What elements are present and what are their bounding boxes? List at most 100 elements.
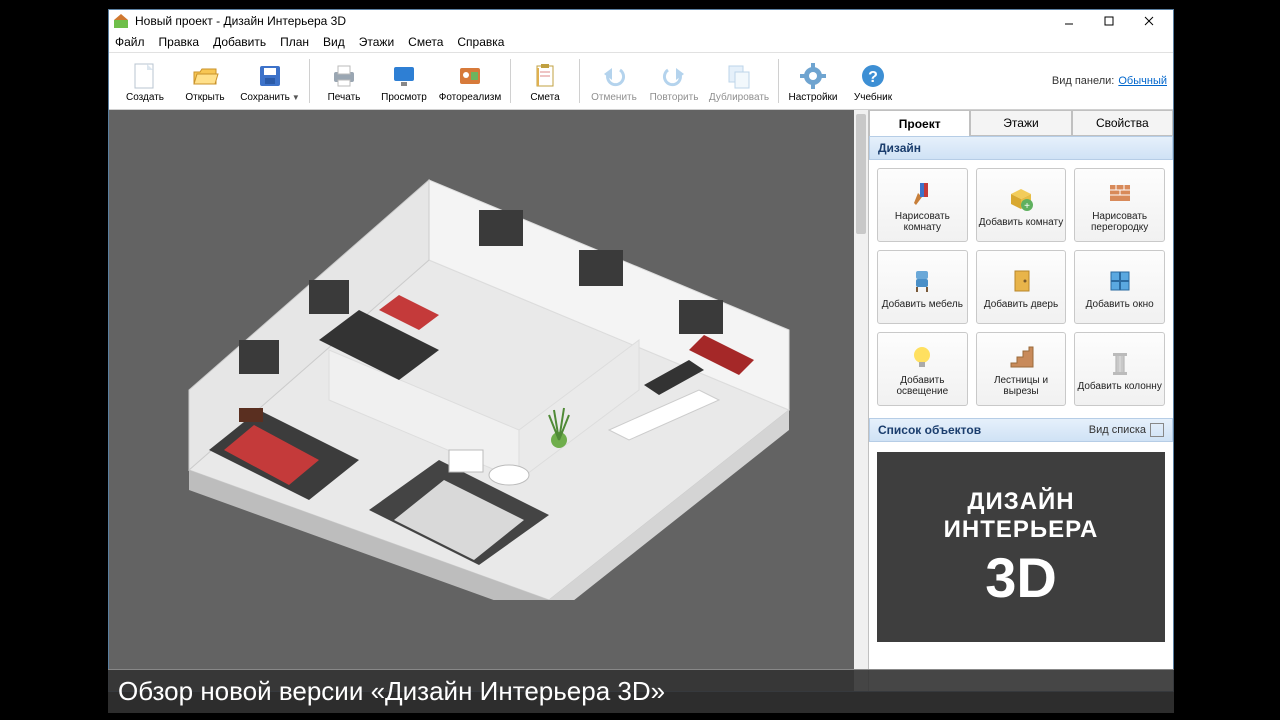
preview-label: Просмотр xyxy=(381,92,427,103)
content-area: Проект Этажи Свойства Дизайн Нарисовать … xyxy=(109,110,1173,691)
tab-floors[interactable]: Этажи xyxy=(970,110,1071,136)
promo-line2: ИНТЕРЬЕРА xyxy=(944,516,1099,544)
brick-wall-icon xyxy=(1104,177,1136,209)
cube-plus-icon: + xyxy=(1005,183,1037,215)
duplicate-button[interactable]: Дублировать xyxy=(704,58,774,105)
manual-button[interactable]: ? Учебник xyxy=(843,58,903,105)
close-button[interactable] xyxy=(1129,10,1169,32)
menu-file[interactable]: Файл xyxy=(115,35,145,49)
add-furniture-label: Добавить мебель xyxy=(882,299,963,310)
add-door-label: Добавить дверь xyxy=(984,299,1058,310)
caption-text: Обзор новой версии «Дизайн Интерьера 3D» xyxy=(118,676,665,707)
undo-label: Отменить xyxy=(591,92,637,103)
add-light-label: Добавить освещение xyxy=(880,375,965,397)
undo-button[interactable]: Отменить xyxy=(584,58,644,105)
panel-type-label: Вид панели: xyxy=(1052,75,1114,87)
redo-icon xyxy=(658,60,690,92)
viewport-scrollbar[interactable] xyxy=(854,110,868,691)
menu-floors[interactable]: Этажи xyxy=(359,35,394,49)
promo-banner: ДИЗАЙН ИНТЕРЬЕРА 3D xyxy=(877,452,1165,642)
add-furniture-button[interactable]: Добавить мебель xyxy=(877,250,968,324)
minimize-button[interactable] xyxy=(1049,10,1089,32)
menu-view[interactable]: Вид xyxy=(323,35,345,49)
panel-type-link[interactable]: Обычный xyxy=(1118,75,1167,87)
duplicate-label: Дублировать xyxy=(709,92,769,103)
add-door-button[interactable]: Добавить дверь xyxy=(976,250,1067,324)
add-light-button[interactable]: Добавить освещение xyxy=(877,332,968,406)
menu-edit[interactable]: Правка xyxy=(159,35,200,49)
photorealism-button[interactable]: Фотореализм xyxy=(434,58,506,105)
stairs-button[interactable]: Лестницы и вырезы xyxy=(976,332,1067,406)
add-window-label: Добавить окно xyxy=(1086,299,1154,310)
add-window-button[interactable]: Добавить окно xyxy=(1074,250,1165,324)
menu-plan[interactable]: План xyxy=(280,35,309,49)
side-tabs: Проект Этажи Свойства xyxy=(869,110,1173,136)
undo-icon xyxy=(598,60,630,92)
tab-project[interactable]: Проект xyxy=(869,110,970,136)
tab-properties[interactable]: Свойства xyxy=(1072,110,1173,136)
svg-text:?: ? xyxy=(868,69,878,86)
svg-text:+: + xyxy=(1024,201,1030,212)
print-button[interactable]: Печать xyxy=(314,58,374,105)
photorealism-label: Фотореализм xyxy=(439,92,502,103)
menubar: Файл Правка Добавить План Вид Этажи Смет… xyxy=(109,32,1173,52)
add-room-label: Добавить комнату xyxy=(979,217,1063,228)
open-label: Открыть xyxy=(185,92,224,103)
estimate-button[interactable]: Смета xyxy=(515,58,575,105)
titlebar: Новый проект - Дизайн Интерьера 3D xyxy=(109,10,1173,32)
window-title: Новый проект - Дизайн Интерьера 3D xyxy=(135,14,1049,28)
column-icon xyxy=(1104,347,1136,379)
chair-icon xyxy=(906,265,938,297)
draw-room-label: Нарисовать комнату xyxy=(880,211,965,233)
menu-add[interactable]: Добавить xyxy=(213,35,266,49)
brush-icon xyxy=(906,177,938,209)
bulb-icon xyxy=(906,341,938,373)
promo-line3: 3D xyxy=(985,550,1057,606)
help-icon: ? xyxy=(857,60,889,92)
settings-button[interactable]: Настройки xyxy=(783,58,843,105)
toolbar: Создать Открыть Сохранить▼ Печать Просмо… xyxy=(109,52,1173,110)
objects-section-header: Список объектов Вид списка xyxy=(869,418,1173,442)
render-icon xyxy=(454,60,486,92)
panel-type-selector: Вид панели: Обычный xyxy=(1052,75,1167,87)
menu-estimate[interactable]: Смета xyxy=(408,35,443,49)
chevron-down-icon[interactable]: ▼ xyxy=(292,93,300,102)
draw-wall-button[interactable]: Нарисовать перегородку xyxy=(1074,168,1165,242)
stairs-icon xyxy=(1005,341,1037,373)
create-button[interactable]: Создать xyxy=(115,58,175,105)
maximize-button[interactable] xyxy=(1089,10,1129,32)
video-caption: Обзор новой версии «Дизайн Интерьера 3D» xyxy=(108,669,1174,713)
save-button[interactable]: Сохранить▼ xyxy=(235,58,305,105)
save-label: Сохранить xyxy=(240,92,290,103)
add-column-button[interactable]: Добавить колонну xyxy=(1074,332,1165,406)
settings-label: Настройки xyxy=(788,92,837,103)
door-icon xyxy=(1005,265,1037,297)
menu-help[interactable]: Справка xyxy=(457,35,504,49)
save-icon xyxy=(254,60,286,92)
preview-button[interactable]: Просмотр xyxy=(374,58,434,105)
clipboard-icon xyxy=(529,60,561,92)
draw-room-button[interactable]: Нарисовать комнату xyxy=(877,168,968,242)
stairs-label: Лестницы и вырезы xyxy=(979,375,1064,397)
redo-button[interactable]: Повторить xyxy=(644,58,704,105)
add-column-label: Добавить колонну xyxy=(1077,381,1161,392)
print-label: Печать xyxy=(328,92,361,103)
duplicate-icon xyxy=(723,60,755,92)
new-file-icon xyxy=(129,60,161,92)
create-label: Создать xyxy=(126,92,164,103)
objects-header-label: Список объектов xyxy=(878,423,981,437)
printer-icon xyxy=(328,60,360,92)
view-list-link[interactable]: Вид списка xyxy=(1089,424,1146,436)
folder-open-icon xyxy=(189,60,221,92)
side-panel: Проект Этажи Свойства Дизайн Нарисовать … xyxy=(869,110,1173,691)
app-icon xyxy=(113,13,129,29)
window-icon xyxy=(1104,265,1136,297)
design-grid: Нарисовать комнату + Добавить комнату На… xyxy=(869,160,1173,414)
viewport-3d[interactable] xyxy=(109,110,869,691)
view-list-icon[interactable] xyxy=(1150,423,1164,437)
open-button[interactable]: Открыть xyxy=(175,58,235,105)
draw-wall-label: Нарисовать перегородку xyxy=(1077,211,1162,233)
gear-icon xyxy=(797,60,829,92)
add-room-button[interactable]: + Добавить комнату xyxy=(976,168,1067,242)
design-section-header: Дизайн xyxy=(869,136,1173,160)
